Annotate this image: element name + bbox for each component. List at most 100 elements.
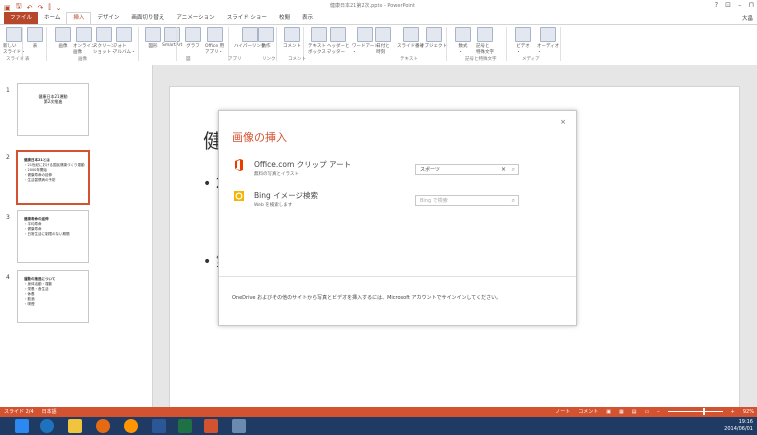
close-icon[interactable]: × bbox=[560, 118, 566, 126]
ribbon-icon bbox=[55, 27, 71, 42]
ribbon-button-label: ビデオ ・ bbox=[516, 44, 530, 55]
ribbon-icon bbox=[311, 27, 328, 42]
clear-icon[interactable]: × bbox=[501, 166, 506, 173]
powerpoint-taskbar-icon[interactable] bbox=[204, 419, 218, 433]
ribbon-button-22[interactable]: オーディオ ・ bbox=[537, 27, 559, 55]
zoom-level[interactable]: 92% bbox=[743, 409, 754, 415]
slideshow-icon[interactable]: ⫿ bbox=[48, 3, 50, 12]
tab-4[interactable]: 画面切り替え bbox=[125, 12, 170, 24]
ribbon-button-9[interactable]: Office 用 アプリ・ bbox=[205, 27, 224, 55]
tab-file[interactable]: ファイル bbox=[4, 12, 39, 24]
paint-icon[interactable] bbox=[232, 419, 246, 433]
office-logo-icon bbox=[235, 159, 243, 171]
bing-logo-icon bbox=[234, 191, 244, 201]
tab-5[interactable]: アニメーション bbox=[170, 12, 220, 24]
thumbnail-text-line: 健康寿命の延伸 bbox=[24, 217, 49, 221]
clipart-search-input[interactable]: スポーツ × ⌕ bbox=[415, 164, 519, 175]
thumbnail-text-line: ・健康寿命 bbox=[24, 227, 42, 231]
redo-icon[interactable]: ↷ bbox=[37, 4, 43, 12]
zoom-in-icon[interactable]: + bbox=[731, 409, 735, 415]
search-icon[interactable]: ⌕ bbox=[512, 197, 515, 205]
ribbon-group-label: アプリ bbox=[228, 57, 242, 62]
ribbon-display-icon[interactable]: ⊡ bbox=[725, 1, 731, 9]
ribbon-button-label: 記号と 特殊文字 bbox=[476, 44, 494, 55]
ribbon-button-18[interactable]: オブジェクト bbox=[420, 27, 447, 49]
search-value: スポーツ bbox=[420, 167, 440, 173]
ribbon-button-8[interactable]: グラフ bbox=[185, 27, 201, 49]
word-icon[interactable] bbox=[152, 419, 166, 433]
minimize-icon[interactable]: – bbox=[738, 1, 742, 9]
ribbon-button-6[interactable]: 図形 bbox=[145, 27, 161, 49]
ribbon-group-label: 画像 bbox=[78, 57, 87, 62]
tab-2[interactable]: 挿入 bbox=[66, 12, 92, 24]
help-icon[interactable]: ? bbox=[714, 1, 718, 9]
browser-icon[interactable] bbox=[124, 419, 138, 433]
slide-number: 3 bbox=[6, 214, 10, 221]
tab-8[interactable]: 表示 bbox=[296, 12, 319, 24]
ribbon-button-7[interactable]: SmartArt bbox=[162, 27, 182, 48]
slide-thumbnail-pane: 1 健康日本21運動 第2次推進 2 健康日本21とは ・21世紀における国民健康づくり… bbox=[0, 65, 153, 407]
reading-view-icon[interactable]: ▤ bbox=[632, 409, 637, 415]
ribbon-group-separator bbox=[46, 27, 47, 61]
zoom-slider-knob[interactable] bbox=[702, 408, 705, 415]
file-explorer-icon[interactable] bbox=[68, 419, 82, 433]
ribbon-button-2[interactable]: 画像 bbox=[55, 27, 71, 49]
tab-7[interactable]: 校閲 bbox=[273, 12, 296, 24]
bing-search-input[interactable]: Bing で検索 ⌕ bbox=[415, 195, 519, 206]
language-indicator[interactable]: 日本語 bbox=[42, 408, 57, 415]
ribbon-icon bbox=[6, 27, 23, 42]
ribbon-icon bbox=[185, 27, 201, 42]
window-controls: ? ⊡ – ⊓ bbox=[714, 1, 754, 9]
ribbon-button-1[interactable]: 表 bbox=[27, 27, 43, 49]
insert-pictures-dialog: 画像の挿入 × Office.com クリップ アート 無料の写真とイラスト ス… bbox=[218, 110, 577, 326]
thumbnail-text-line: ・喫煙 bbox=[24, 302, 35, 306]
ribbon-button-16[interactable]: 日付と 時刻 bbox=[375, 27, 391, 55]
ribbon-button-12[interactable]: コメント bbox=[283, 27, 301, 49]
source-name: Office.com クリップ アート bbox=[254, 160, 352, 169]
search-icon[interactable]: ⌕ bbox=[512, 166, 515, 174]
maximize-icon[interactable]: ⊓ bbox=[749, 1, 754, 9]
ribbon-button-21[interactable]: ビデオ ・ bbox=[515, 27, 531, 55]
excel-icon[interactable] bbox=[178, 419, 192, 433]
clock-time[interactable]: 19:16 bbox=[724, 419, 753, 426]
ribbon-group-label: メディア bbox=[522, 57, 540, 62]
ribbon-icon bbox=[455, 27, 471, 42]
notes-button[interactable]: ノート bbox=[555, 408, 570, 415]
thumbnail-text-line: 健康日本21とは bbox=[24, 158, 50, 162]
clock-date[interactable]: 2014/06/01 bbox=[724, 426, 753, 433]
tab-3[interactable]: デザイン bbox=[91, 12, 125, 24]
ribbon-group-separator bbox=[176, 27, 177, 61]
ribbon-group-label: コメント bbox=[288, 57, 306, 62]
comments-button[interactable]: コメント bbox=[578, 408, 598, 415]
slide-sorter-icon[interactable]: ▦ bbox=[619, 409, 624, 415]
ribbon-group-label: 記号と特殊文字 bbox=[465, 57, 497, 62]
ribbon-button-label: 動作 bbox=[261, 44, 271, 49]
thumbnail-text-line: 運動の推進について bbox=[24, 277, 56, 281]
ribbon-button-19[interactable]: 数式 ・ bbox=[455, 27, 471, 55]
customize-qat-icon[interactable]: ⌄ bbox=[56, 4, 62, 12]
slide-thumbnail-1[interactable]: 健康日本21運動 第2次推進 bbox=[17, 83, 89, 136]
zoom-out-icon[interactable]: – bbox=[657, 409, 660, 415]
zoom-slider[interactable] bbox=[667, 408, 723, 415]
slide-thumbnail-3[interactable]: 健康寿命の延伸 ・平均寿命 ・健康寿命 ・日常生活に制限のない期間 bbox=[17, 210, 89, 263]
normal-view-icon[interactable]: ▣ bbox=[606, 409, 611, 415]
tab-6[interactable]: スライド ショー bbox=[221, 12, 273, 24]
internet-explorer-icon[interactable] bbox=[40, 419, 54, 433]
ribbon-icon bbox=[330, 27, 347, 42]
ribbon-button-14[interactable]: ヘッダーと フッター bbox=[327, 27, 350, 55]
ribbon-button-11[interactable]: 動作 bbox=[258, 27, 274, 49]
ribbon-button-5[interactable]: フォト アルバム・ bbox=[113, 27, 135, 55]
slideshow-view-icon[interactable]: ▭ bbox=[644, 409, 649, 415]
slide-thumbnail-2[interactable]: 健康日本21とは ・21世紀における国民健康づくり運動 ・2000年開始 ・健康寿命の… bbox=[16, 150, 90, 205]
undo-icon[interactable]: ↶ bbox=[27, 4, 33, 12]
ribbon-button-label: 図形 bbox=[148, 44, 158, 49]
slide-thumbnail-4[interactable]: 運動の推進について ・身体活動・運動 ・栄養・食生活 ・休養 ・飲酒 ・喫煙 bbox=[17, 270, 89, 323]
media-player-icon[interactable] bbox=[96, 419, 110, 433]
ribbon-button-20[interactable]: 記号と 特殊文字 bbox=[476, 27, 494, 55]
ribbon-icon bbox=[284, 27, 300, 42]
ribbon-icon bbox=[402, 27, 419, 42]
start-icon[interactable] bbox=[15, 419, 29, 433]
tab-1[interactable]: ホーム bbox=[38, 12, 66, 24]
ribbon-icon bbox=[515, 27, 531, 42]
user-account[interactable]: 大畠 bbox=[742, 14, 753, 22]
